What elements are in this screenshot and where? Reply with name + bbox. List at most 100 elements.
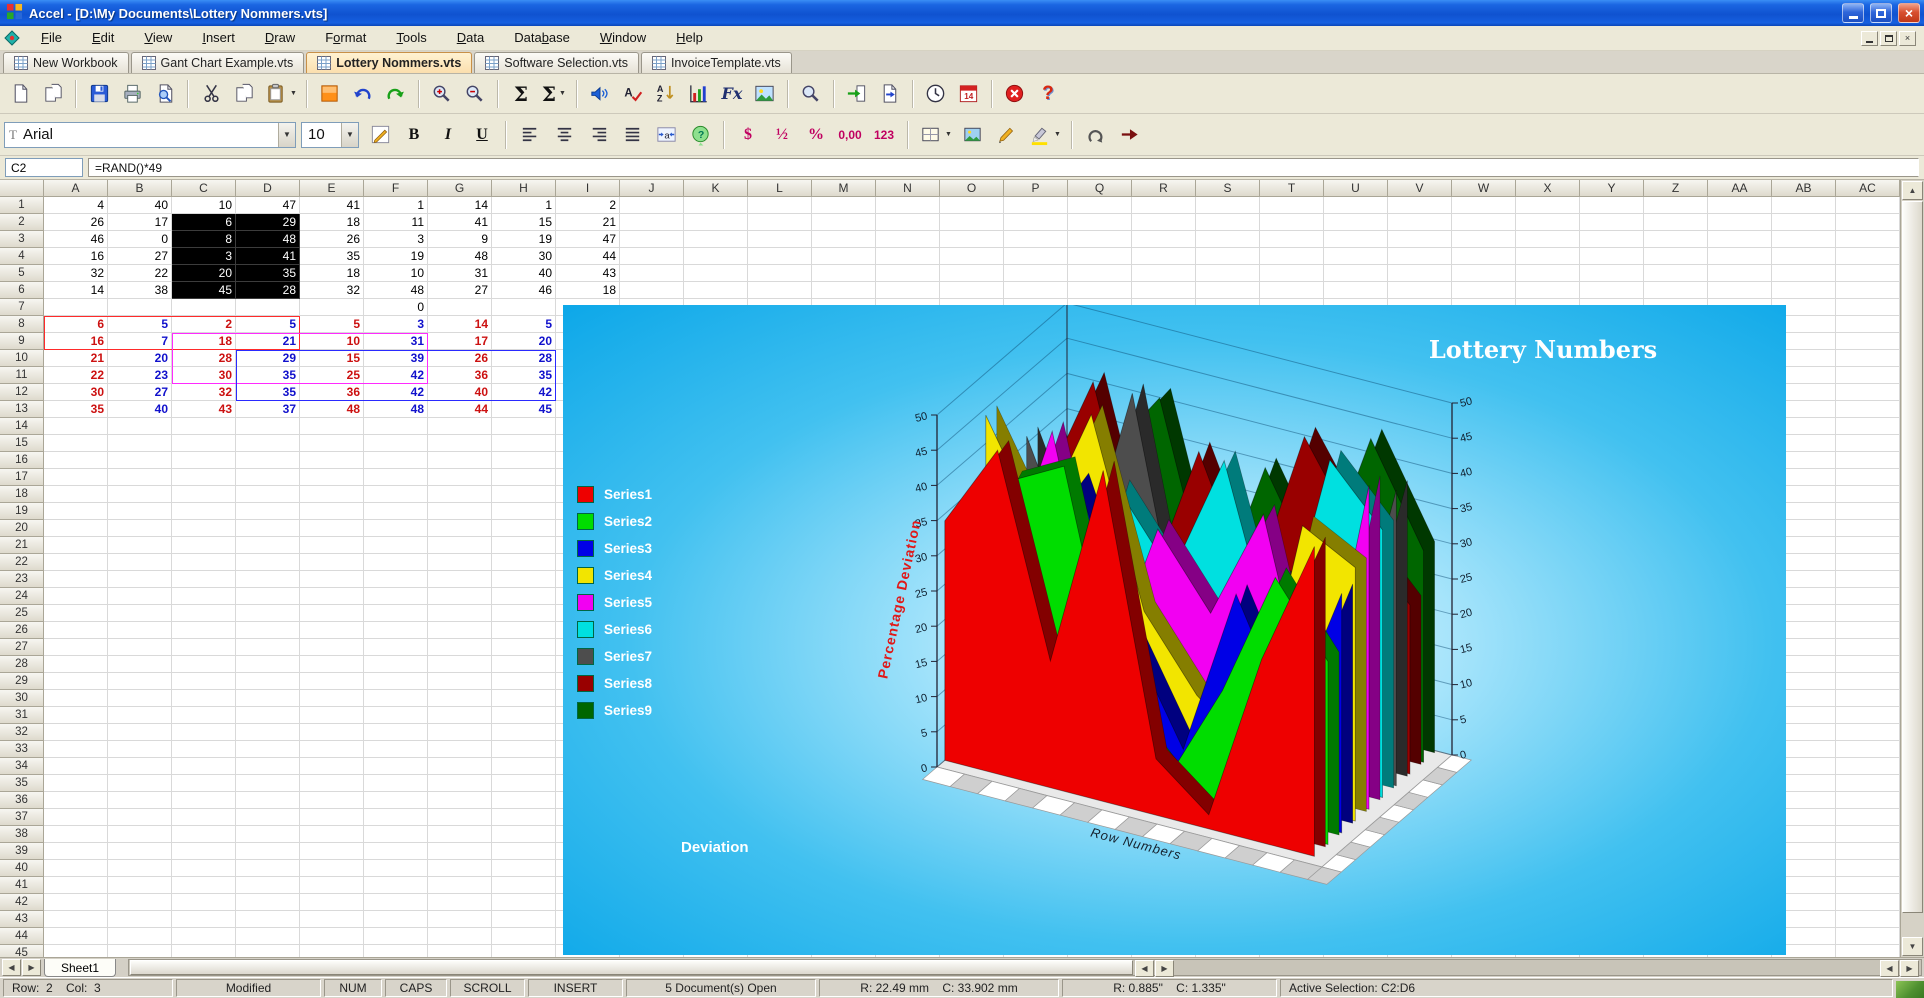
cell-AC26[interactable]: [1836, 622, 1900, 639]
cell-H18[interactable]: [492, 486, 556, 503]
cell-C30[interactable]: [172, 690, 236, 707]
cell-W2[interactable]: [1452, 214, 1516, 231]
cell-E44[interactable]: [300, 928, 364, 945]
cell-C17[interactable]: [172, 469, 236, 486]
cell-B36[interactable]: [108, 792, 172, 809]
cell-D24[interactable]: [236, 588, 300, 605]
cell-Y5[interactable]: [1580, 265, 1644, 282]
cell-AC21[interactable]: [1836, 537, 1900, 554]
cell-G14[interactable]: [428, 418, 492, 435]
next-sheet-button[interactable]: ▶: [22, 959, 41, 976]
cell-Y2[interactable]: [1580, 214, 1644, 231]
cell-N1[interactable]: [876, 197, 940, 214]
cell-F3[interactable]: 3: [364, 231, 428, 248]
cell-G32[interactable]: [428, 724, 492, 741]
row-header-20[interactable]: 20: [0, 520, 44, 537]
cell-AB6[interactable]: [1772, 282, 1836, 299]
cell-AC8[interactable]: [1836, 316, 1900, 333]
cell-H11[interactable]: 35: [492, 367, 556, 384]
row-header-44[interactable]: 44: [0, 928, 44, 945]
cell-F33[interactable]: [364, 741, 428, 758]
row-header-8[interactable]: 8: [0, 316, 44, 333]
cell-D10[interactable]: 29: [236, 350, 300, 367]
column-header-A[interactable]: A: [44, 180, 108, 197]
align-right-button[interactable]: [582, 119, 614, 151]
cell-F11[interactable]: 42: [364, 367, 428, 384]
cell-G31[interactable]: [428, 707, 492, 724]
cell-G43[interactable]: [428, 911, 492, 928]
row-header-6[interactable]: 6: [0, 282, 44, 299]
cell-B29[interactable]: [108, 673, 172, 690]
formula-input[interactable]: =RAND()*49: [88, 158, 1919, 177]
cell-F22[interactable]: [364, 554, 428, 571]
cell-B8[interactable]: 5: [108, 316, 172, 333]
cell-N2[interactable]: [876, 214, 940, 231]
cell-E20[interactable]: [300, 520, 364, 537]
minimize-button[interactable]: [1842, 3, 1864, 23]
cell-A7[interactable]: [44, 299, 108, 316]
borders-dropdown-arrow[interactable]: ▼: [945, 131, 952, 138]
cell-H4[interactable]: 30: [492, 248, 556, 265]
cell-G41[interactable]: [428, 877, 492, 894]
cell-H26[interactable]: [492, 622, 556, 639]
column-header-AB[interactable]: AB: [1772, 180, 1836, 197]
cell-Q6[interactable]: [1068, 282, 1132, 299]
row-header-9[interactable]: 9: [0, 333, 44, 350]
cell-A11[interactable]: 22: [44, 367, 108, 384]
cell-D17[interactable]: [236, 469, 300, 486]
cell-G7[interactable]: [428, 299, 492, 316]
cell-F8[interactable]: 3: [364, 316, 428, 333]
horizontal-scroll-thumb[interactable]: [130, 960, 1133, 975]
cell-H42[interactable]: [492, 894, 556, 911]
row-header-19[interactable]: 19: [0, 503, 44, 520]
cell-AB5[interactable]: [1772, 265, 1836, 282]
menu-file[interactable]: File: [26, 26, 77, 50]
cell-G6[interactable]: 27: [428, 282, 492, 299]
cell-B30[interactable]: [108, 690, 172, 707]
cell-H38[interactable]: [492, 826, 556, 843]
cell-Q4[interactable]: [1068, 248, 1132, 265]
text-direction-button[interactable]: [1114, 119, 1146, 151]
cell-X1[interactable]: [1516, 197, 1580, 214]
cell-A24[interactable]: [44, 588, 108, 605]
cell-B4[interactable]: 27: [108, 248, 172, 265]
align-center-button[interactable]: [548, 119, 580, 151]
cell-C6[interactable]: 45: [172, 282, 236, 299]
help-button[interactable]: ?: [1032, 78, 1064, 110]
bold-button[interactable]: B: [398, 119, 430, 151]
cell-B45[interactable]: [108, 945, 172, 957]
cell-A38[interactable]: [44, 826, 108, 843]
zoom-in-button[interactable]: [426, 78, 458, 110]
cell-H37[interactable]: [492, 809, 556, 826]
cell-E6[interactable]: 32: [300, 282, 364, 299]
format-decimal-button[interactable]: 0,00: [834, 119, 866, 151]
cell-E15[interactable]: [300, 435, 364, 452]
cell-B44[interactable]: [108, 928, 172, 945]
cell-F7[interactable]: 0: [364, 299, 428, 316]
row-header-2[interactable]: 2: [0, 214, 44, 231]
cell-E39[interactable]: [300, 843, 364, 860]
column-header-T[interactable]: T: [1260, 180, 1324, 197]
cell-D15[interactable]: [236, 435, 300, 452]
cell-G24[interactable]: [428, 588, 492, 605]
cell-B7[interactable]: [108, 299, 172, 316]
cell-D25[interactable]: [236, 605, 300, 622]
underline-button[interactable]: U: [466, 119, 498, 151]
cell-A30[interactable]: [44, 690, 108, 707]
cell-AC20[interactable]: [1836, 520, 1900, 537]
cell-A5[interactable]: 32: [44, 265, 108, 282]
cell-C36[interactable]: [172, 792, 236, 809]
cell-F5[interactable]: 10: [364, 265, 428, 282]
cell-G4[interactable]: 48: [428, 248, 492, 265]
cell-AC23[interactable]: [1836, 571, 1900, 588]
cell-G30[interactable]: [428, 690, 492, 707]
cell-U5[interactable]: [1324, 265, 1388, 282]
cell-D28[interactable]: [236, 656, 300, 673]
embedded-chart[interactable]: 0055101015152020252530303535404045455050…: [563, 305, 1786, 955]
background-image-button[interactable]: [957, 119, 989, 151]
column-header-E[interactable]: E: [300, 180, 364, 197]
cell-C4[interactable]: 3: [172, 248, 236, 265]
cell-AC7[interactable]: [1836, 299, 1900, 316]
cell-F17[interactable]: [364, 469, 428, 486]
cell-H3[interactable]: 19: [492, 231, 556, 248]
